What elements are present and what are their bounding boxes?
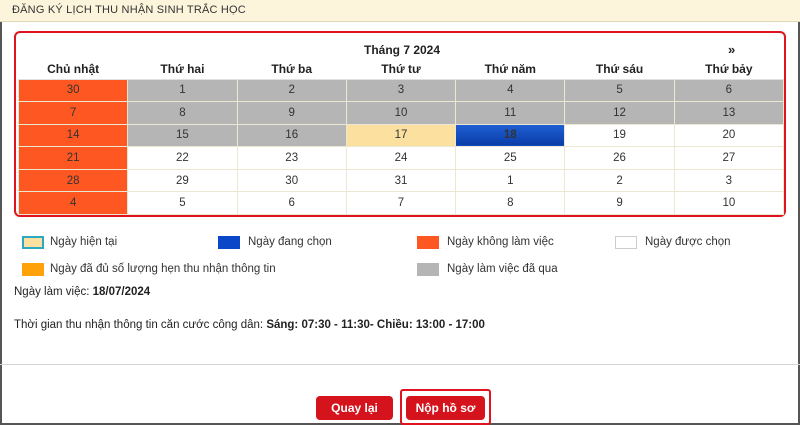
calendar-grid: Chủ nhật Thứ hai Thứ ba Thứ tư Thứ năm Thứ sá… [17,59,785,216]
weekday-header: Chủ nhật [18,59,128,80]
legend-past-label: Ngày làm việc đã qua [447,263,558,275]
calendar-day-cell[interactable]: 2 [236,78,347,103]
calendar: Tháng 7 2024 » Chủ nhật Thứ hai Thứ ba Thứ … [14,31,786,217]
page-title: ĐĂNG KÝ LỊCH THU NHẬN SINH TRẮC HỌC [12,4,246,16]
weekday-header: Thứ hai [127,59,238,80]
calendar-day-cell[interactable]: 22 [127,146,238,170]
calendar-day-cell[interactable]: 8 [455,191,566,216]
legend-full-label: Ngày đã đủ số lượng hẹn thu nhận thông t… [50,263,276,275]
calendar-day-cell[interactable]: 31 [345,168,457,193]
calendar-day-cell[interactable]: 5 [564,78,675,103]
calendar-day-cell[interactable]: 20 [673,123,785,148]
calendar-day-cell[interactable]: 7 [345,191,457,216]
calendar-day-cell[interactable]: 11 [455,101,566,125]
calendar-day-cell[interactable]: 9 [236,101,347,125]
legend-chosen-swatch [615,236,637,249]
legend-chosen-label: Ngày được chọn [645,236,731,248]
workday-label: Ngày làm việc: [14,286,90,298]
calendar-day-cell[interactable]: 28 [17,168,129,193]
next-month-button[interactable]: » [728,42,735,57]
back-button[interactable]: Quay lại [316,396,393,420]
legend-selecting-swatch [218,236,240,249]
calendar-day-cell[interactable]: 17 [345,123,457,148]
legend-today-swatch [22,236,44,249]
calendar-day-cell[interactable]: 10 [673,191,785,216]
calendar-day-cell[interactable]: 26 [564,146,675,170]
calendar-day-cell[interactable]: 13 [673,101,785,125]
weekday-header: Thứ sáu [564,59,675,80]
calendar-week-row: 30 1 2 3 4 5 6 [17,78,785,103]
calendar-week-row: 21 22 23 24 25 26 27 [17,146,785,170]
calendar-day-cell[interactable]: 19 [564,123,675,148]
calendar-day-cell[interactable]: 14 [17,123,129,148]
calendar-day-cell[interactable]: 10 [345,101,457,125]
calendar-day-cell[interactable]: 15 [127,123,238,148]
calendar-day-cell[interactable]: 4 [455,78,566,103]
weekday-header: Thứ tư [346,59,456,80]
calendar-month-label: Tháng 7 2024 [363,43,441,57]
calendar-day-cell[interactable]: 30 [17,78,129,103]
weekday-header: Thứ ba [237,59,347,80]
calendar-week-row: 14 15 16 17 18 19 20 [17,123,785,148]
calendar-day-cell[interactable]: 4 [17,191,129,216]
calendar-day-cell[interactable]: 25 [455,146,566,170]
calendar-day-cell[interactable]: 8 [127,101,238,125]
time-info: Thời gian thu nhận thông tin căn cước cô… [14,319,485,331]
workday-info: Ngày làm việc: 18/07/2024 [14,286,150,298]
calendar-day-cell[interactable]: 3 [345,78,457,103]
calendar-day-cell[interactable]: 16 [236,123,347,148]
divider [0,364,800,365]
calendar-day-cell[interactable]: 5 [127,191,238,216]
calendar-day-cell[interactable]: 21 [17,146,129,170]
submit-button[interactable]: Nộp hồ sơ [406,396,485,420]
calendar-day-cell[interactable]: 30 [236,168,347,193]
legend-selecting-label: Ngày đang chọn [248,236,332,248]
calendar-day-cell[interactable]: 7 [17,101,129,125]
calendar-day-cell[interactable]: 2 [564,168,675,193]
time-value: Sáng: 07:30 - 11:30- Chiều: 13:00 - 17:0… [266,319,485,331]
legend-full-swatch [22,263,44,276]
time-label: Thời gian thu nhận thông tin căn cước cô… [14,319,264,331]
calendar-day-cell[interactable]: 27 [673,146,785,170]
calendar-day-cell[interactable]: 23 [236,146,347,170]
calendar-day-cell[interactable]: 18 [455,123,566,148]
legend-today-label: Ngày hiện tại [50,236,118,248]
legend-off-swatch [417,236,439,249]
calendar-day-cell[interactable]: 1 [127,78,238,103]
calendar-day-cell[interactable]: 29 [127,168,238,193]
calendar-day-cell[interactable]: 9 [564,191,675,216]
workday-value: 18/07/2024 [92,286,151,298]
calendar-day-cell[interactable]: 1 [455,168,566,193]
legend-past-swatch [417,263,439,276]
legend-off-label: Ngày không làm việc [447,236,554,248]
calendar-week-row: 4 5 6 7 8 9 10 [17,191,785,216]
calendar-day-cell[interactable]: 3 [673,168,785,193]
header-bar: ĐĂNG KÝ LỊCH THU NHẬN SINH TRẮC HỌC [0,0,800,22]
calendar-day-cell[interactable]: 6 [236,191,347,216]
weekday-header: Thứ bảy [674,59,784,80]
calendar-day-cell[interactable]: 6 [673,78,785,103]
calendar-week-row: 28 29 30 31 1 2 3 [17,168,785,193]
calendar-week-row: 7 8 9 10 11 12 13 [17,101,785,125]
weekday-header: Thứ năm [455,59,565,80]
calendar-day-cell[interactable]: 12 [564,101,675,125]
calendar-day-cell[interactable]: 24 [345,146,457,170]
